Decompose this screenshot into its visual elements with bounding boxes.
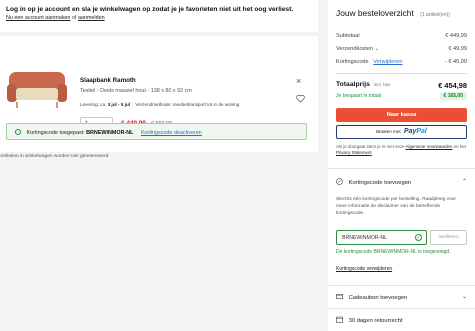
coupon-section-title: Kortingscode toevoegen [348, 180, 412, 186]
login-prompt-card: Log in op je account en sla je winkelwag… [0, 0, 318, 32]
sofa-arm-right [57, 84, 67, 102]
subtotal-label: Subtotaal [336, 33, 360, 39]
product-description: Textiel - Deels massief hout - 138 x 80 … [80, 88, 192, 94]
discount-row: Kortingscode Verwijderen - € 45,00 [336, 59, 467, 65]
return-policy-section: 30 dagen retourrecht [328, 308, 475, 331]
gift-card-icon [336, 294, 343, 299]
subtotal-value: € 449,99 [445, 33, 467, 39]
login-link[interactable]: aanmelden [78, 15, 105, 21]
total-value: € 454,98 [438, 81, 467, 90]
discount-value: - € 45,00 [444, 59, 467, 65]
savings-badge: € 165,00 [439, 92, 467, 100]
login-or-text: of [71, 15, 77, 21]
terms-mid: en het [453, 144, 466, 149]
savings-row: Je bespaart in totaal € 165,00 [336, 92, 467, 100]
login-prompt-links: Nu een account aanmaken of aanmelden [6, 15, 312, 21]
product-name[interactable]: Slaapbank Ramoth [80, 77, 136, 84]
order-summary-heading: Jouw besteloverzicht [336, 8, 414, 18]
discount-label: Kortingscode [336, 59, 369, 65]
chevron-up-icon: ⌃ [461, 179, 467, 185]
paypal-prefix: Betalen met [376, 129, 401, 134]
paypal-button[interactable]: Betalen met PayPal [336, 125, 467, 139]
shipping-label: Verzendkosten [336, 46, 374, 52]
gift-card-header[interactable]: Cadeaubon toevoegen ⌄ [336, 293, 467, 301]
coupon-remove-link[interactable]: Kortingscode verwijderen [336, 266, 392, 272]
delivery-date: 3 jul - 5 jul [107, 102, 131, 107]
coupon-section-header[interactable]: Kortingscode toevoegen ⌃ [336, 178, 467, 186]
coupon-input-value: BRNEWINMOR-NL [342, 235, 387, 241]
total-vat-note: incl. btw [373, 82, 391, 87]
favorite-heart-icon[interactable] [296, 94, 305, 103]
sofa-leg-left [16, 102, 18, 108]
shipping-row[interactable]: Verzendkosten ⌄ € 49,99 [336, 46, 467, 52]
product-delivery-info: Levering: ca. 3 jul - 5 jul Verzendmetho… [80, 102, 239, 107]
coupon-applied-label: Kortingscode toegepast: [26, 130, 85, 136]
gift-card-section[interactable]: Cadeaubon toevoegen ⌄ [328, 285, 475, 308]
paypal-logo-pal: Pal [416, 128, 427, 135]
privacy-link[interactable]: Privacy Statement [336, 150, 372, 155]
verify-coupon-button[interactable]: Verifiëren [430, 230, 467, 245]
checkout-button[interactable]: Naar kassa [336, 108, 467, 122]
chevron-down-icon: ⌄ [461, 294, 467, 300]
shipping-value: € 49,99 [448, 46, 467, 52]
item-count: (1 artikel(en)) [420, 12, 450, 18]
total-label: Totaalprijs [336, 81, 370, 88]
subtotal-row: Subtotaal € 449,99 [336, 33, 467, 39]
chevron-down-icon: ⌄ [374, 46, 379, 52]
total-row: Totaalprijs incl. btw € 454,98 [336, 81, 467, 90]
sofa-seat [16, 88, 58, 100]
order-summary-panel: Jouw besteloverzicht (1 artikel(en)) Sub… [328, 0, 475, 331]
coupon-success-message: De kortingscode BRNEWINMOR-NL is toegevo… [336, 249, 451, 255]
terms-link[interactable]: Algemene Voorwaarden [406, 144, 453, 149]
delivery-label: Levering: ca. [80, 102, 107, 107]
gift-card-title: Cadeaubon toevoegen [348, 295, 408, 301]
paypal-logo-icon: PayPal [404, 128, 427, 135]
terms-notice: Als je doorgaat stem je in met onze Alge… [336, 144, 467, 156]
coupon-code-input[interactable]: BRNEWINMOR-NL ✓ [336, 230, 427, 245]
paypal-logo-pay: Pay [403, 128, 417, 135]
savings-label: Je bespaart in totaal [336, 93, 382, 99]
calendar-icon [336, 316, 343, 323]
return-policy-title: 30 dagen retourrecht [348, 318, 403, 324]
coupon-applied-banner: Kortingscode toegepast: BRNEWINMOR-NL Ko… [6, 123, 307, 140]
summary-divider [336, 73, 467, 74]
discount-remove-link[interactable]: Verwijderen [373, 59, 402, 65]
coupon-percent-icon [336, 178, 343, 185]
cart-column: Log in op je account en sla je winkelwag… [0, 0, 318, 331]
remove-item-close-icon[interactable]: × [296, 76, 301, 86]
check-circle-icon: ✓ [415, 234, 422, 241]
order-summary-title: Jouw besteloverzicht (1 artikel(en)) [336, 8, 450, 18]
check-circle-icon [15, 129, 21, 135]
reservation-note: Artikelen in winkelwagen worden niet ger… [0, 154, 110, 159]
product-image[interactable] [6, 56, 68, 118]
coupon-info-text: Slechts één kortingscode per bestelling.… [336, 197, 456, 216]
register-link[interactable]: Nu een account aanmaken [6, 15, 70, 21]
sofa-arm-left [7, 84, 17, 102]
return-policy-header: 30 dagen retourrecht [336, 316, 467, 324]
coupon-applied-code: BRNEWINMOR-NL [86, 130, 134, 136]
coupon-deactivate-link[interactable]: Kortingscode deactiveren [141, 130, 202, 136]
sofa-leg-right [56, 102, 58, 108]
shipping-method: Verzendmethode: meubeltransport tot in d… [135, 102, 240, 107]
login-prompt-title: Log in op je account en sla je winkelwag… [6, 6, 294, 13]
terms-pre: Als je doorgaat stem je in met onze [336, 144, 405, 149]
